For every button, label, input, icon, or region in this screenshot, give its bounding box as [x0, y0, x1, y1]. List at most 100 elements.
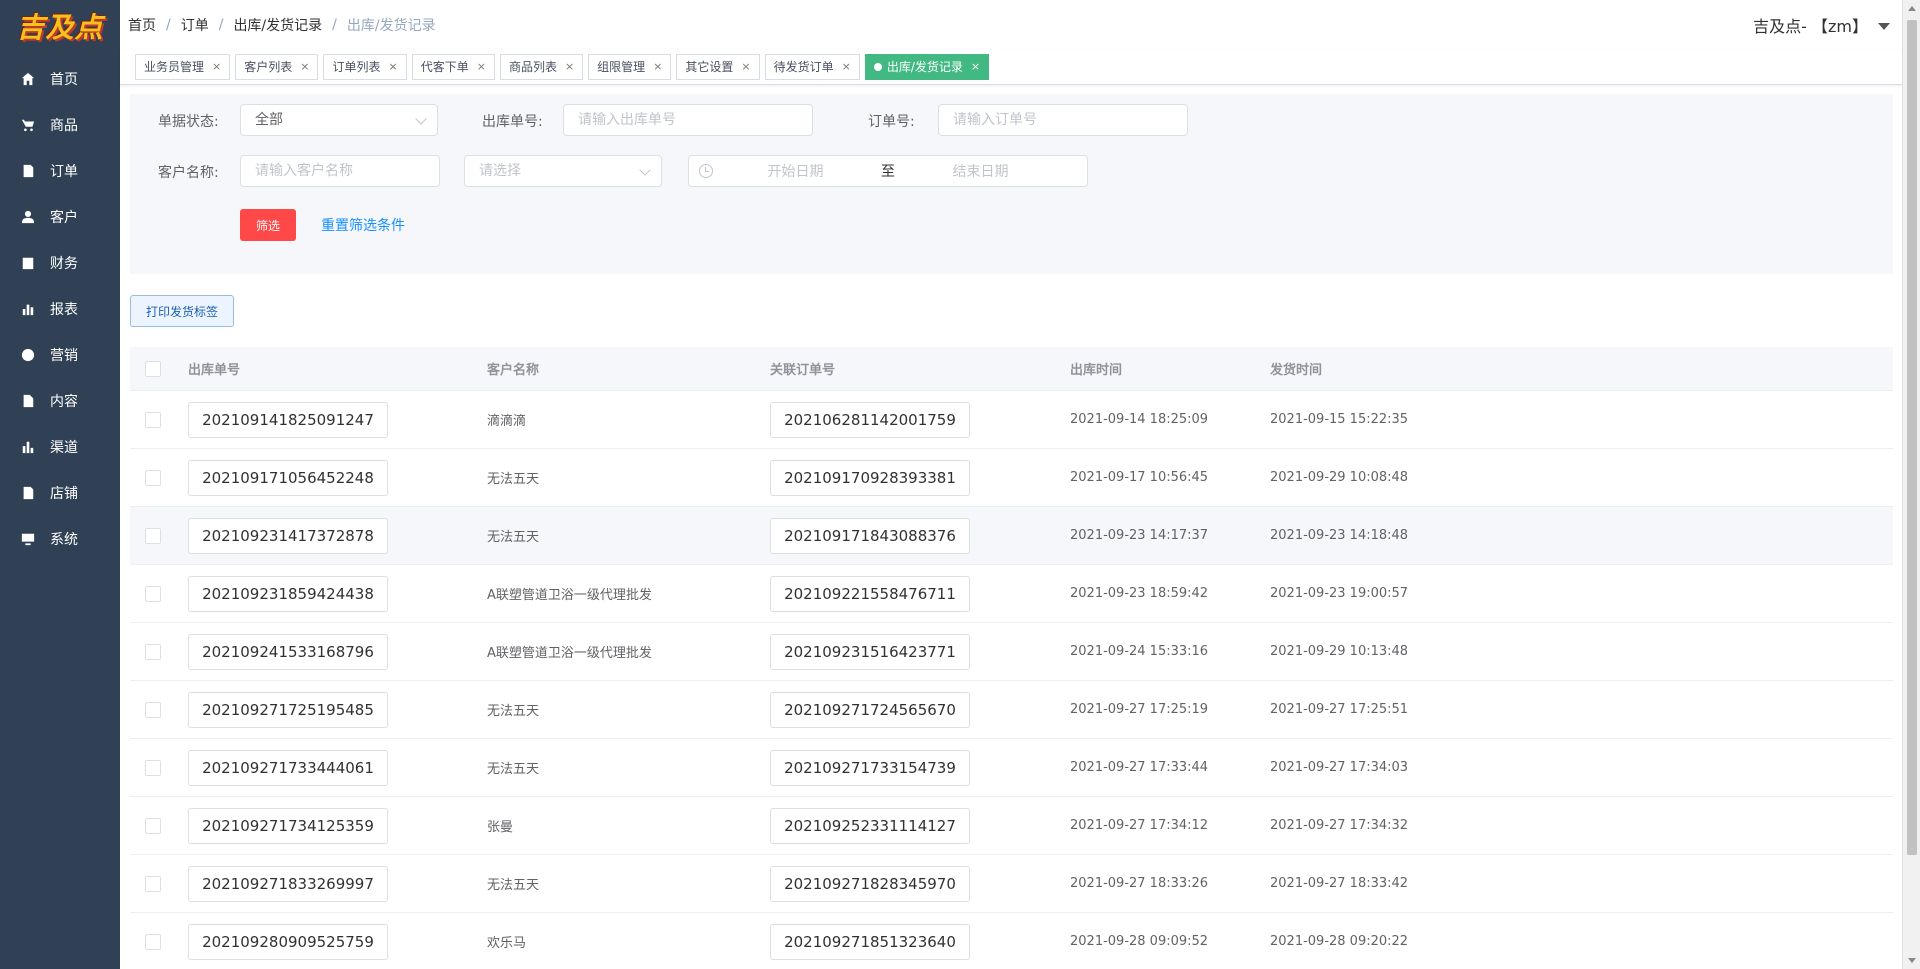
- row-checkbox[interactable]: [145, 875, 161, 892]
- breadcrumb-item[interactable]: 首页: [128, 15, 156, 35]
- table-row[interactable]: 202109280909525759 欢乐马 202109271851323640 2…: [130, 913, 1893, 969]
- date-range-picker[interactable]: 开始日期 至 结束日期: [688, 155, 1088, 187]
- breadcrumb-item[interactable]: 订单: [181, 15, 209, 35]
- table-row[interactable]: 202109271725195485 无法五天 202109271724565670…: [130, 681, 1893, 739]
- outbound-no-input[interactable]: 请输入出库单号: [563, 104, 813, 136]
- row-checkbox[interactable]: [145, 759, 161, 776]
- order-no-cell[interactable]: 202109221558476711: [770, 575, 970, 612]
- row-checkbox[interactable]: [145, 527, 161, 544]
- breadcrumb-item[interactable]: 出库/发货记录: [233, 15, 322, 35]
- tag-item[interactable]: 客户列表 ×: [235, 54, 319, 80]
- tag-item[interactable]: 业务员管理 ×: [135, 54, 231, 80]
- row-checkbox[interactable]: [145, 469, 161, 486]
- row-checkbox[interactable]: [145, 933, 161, 950]
- sidebar-item[interactable]: 首页: [0, 56, 120, 102]
- ship-time-cell: 2021-09-29 10:13:48: [1270, 644, 1409, 659]
- reset-filter-link[interactable]: 重置筛选条件: [321, 215, 405, 235]
- scrollbar-thumb[interactable]: [1907, 20, 1917, 855]
- sidebar-item[interactable]: 订单: [0, 148, 120, 194]
- close-icon[interactable]: ×: [300, 55, 309, 79]
- scroll-up-arrow-icon[interactable]: [1908, 6, 1916, 11]
- sidebar-item[interactable]: 营销: [0, 332, 120, 378]
- order-no-cell[interactable]: 202109271851323640: [770, 923, 970, 960]
- select-all-checkbox[interactable]: [145, 360, 161, 377]
- out-time-cell: 2021-09-27 17:34:12: [1070, 818, 1209, 833]
- order-no-cell[interactable]: 202106281142001759: [770, 401, 970, 438]
- vertical-scrollbar[interactable]: [1902, 0, 1920, 969]
- scroll-down-arrow-icon[interactable]: [1908, 958, 1916, 963]
- order-no-cell[interactable]: 202109252331114127: [770, 807, 970, 844]
- tag-item[interactable]: 其它设置 ×: [676, 54, 760, 80]
- tag-item[interactable]: 商品列表 ×: [499, 54, 584, 80]
- order-no-cell[interactable]: 202109271724565670: [770, 691, 970, 728]
- order-no-cell[interactable]: 202109271733154739: [770, 749, 970, 786]
- outbound-no-cell[interactable]: 202109271734125359: [188, 807, 388, 844]
- breadcrumb-separator: /: [218, 17, 224, 33]
- print-label-button[interactable]: 打印发货标签: [130, 295, 234, 327]
- close-icon[interactable]: ×: [653, 55, 662, 79]
- close-icon[interactable]: ×: [565, 55, 574, 79]
- end-date-input[interactable]: 结束日期: [898, 161, 1063, 181]
- top-header: 首页 / 订单 / 出库/发货记录 / 出库/发货记录 吉及点- 【zm】: [120, 0, 1902, 50]
- ship-time-cell: 2021-09-29 10:08:48: [1270, 470, 1409, 485]
- close-icon[interactable]: ×: [971, 55, 980, 79]
- sidebar-item[interactable]: 店铺: [0, 470, 120, 516]
- table-row[interactable]: 202109141825091247 滴滴滴 202106281142001759 2…: [130, 391, 1893, 449]
- outbound-no-cell[interactable]: 202109271725195485: [188, 691, 388, 728]
- table-row[interactable]: 202109241533168796 A联塑管道卫浴一级代理批发 202109231…: [130, 623, 1893, 681]
- outbound-no-cell[interactable]: 202109231417372878: [188, 517, 388, 554]
- row-checkbox[interactable]: [145, 585, 161, 602]
- outbound-no-cell[interactable]: 202109141825091247: [188, 401, 388, 438]
- row-checkbox[interactable]: [145, 701, 161, 718]
- row-checkbox[interactable]: [145, 411, 161, 428]
- tag-item[interactable]: 订单列表 ×: [323, 54, 407, 80]
- outbound-no-cell[interactable]: 202109171056452248: [188, 459, 388, 496]
- user-name: 吉及点- 【zm】: [1753, 17, 1868, 36]
- table-row[interactable]: 202109171056452248 无法五天 202109170928393381…: [130, 449, 1893, 507]
- order-no-cell[interactable]: 202109271828345970: [770, 865, 970, 902]
- outbound-no-cell[interactable]: 202109231859424438: [188, 575, 388, 612]
- sidebar-item[interactable]: 内容: [0, 378, 120, 424]
- order-no-cell[interactable]: 202109171843088376: [770, 517, 970, 554]
- out-time-cell: 2021-09-27 17:33:44: [1070, 760, 1209, 775]
- close-icon[interactable]: ×: [477, 55, 486, 79]
- logo[interactable]: 吉及点: [0, 0, 120, 52]
- order-no-cell[interactable]: 202109231516423771: [770, 633, 970, 670]
- close-icon[interactable]: ×: [388, 55, 397, 79]
- caret-down-icon[interactable]: [1878, 23, 1890, 30]
- outbound-no-cell[interactable]: 202109271733444061: [188, 749, 388, 786]
- sidebar-item[interactable]: 报表: [0, 286, 120, 332]
- start-date-input[interactable]: 开始日期: [713, 161, 878, 181]
- table-row[interactable]: 202109271833269997 无法五天 202109271828345970…: [130, 855, 1893, 913]
- table-row[interactable]: 202109231417372878 无法五天 202109171843088376…: [130, 507, 1893, 565]
- sidebar-item[interactable]: 客户: [0, 194, 120, 240]
- table-row[interactable]: 202109231859424438 A联塑管道卫浴一级代理批发 202109221…: [130, 565, 1893, 623]
- table-row[interactable]: 202109271734125359 张曼 202109252331114127 20…: [130, 797, 1893, 855]
- status-select[interactable]: 全部: [240, 104, 438, 136]
- sidebar-item[interactable]: 商品: [0, 102, 120, 148]
- sidebar-item[interactable]: 财务: [0, 240, 120, 286]
- tag-label: 业务员管理: [144, 60, 205, 74]
- sidebar-item[interactable]: 系统: [0, 516, 120, 562]
- customer-name-input[interactable]: 请输入客户名称: [240, 155, 440, 187]
- close-icon[interactable]: ×: [212, 55, 221, 79]
- tag-item[interactable]: 出库/发货记录 ×: [864, 54, 990, 80]
- tag-item[interactable]: 代客下单 ×: [411, 54, 495, 80]
- row-checkbox[interactable]: [145, 643, 161, 660]
- user-menu[interactable]: 吉及点- 【zm】: [1753, 13, 1902, 37]
- filter-button[interactable]: 筛选: [240, 209, 296, 241]
- outbound-no-cell[interactable]: 202109241533168796: [188, 633, 388, 670]
- tag-item[interactable]: 组限管理 ×: [588, 54, 672, 80]
- col-header-outbound-no: 出库单号: [188, 363, 241, 378]
- close-icon[interactable]: ×: [741, 55, 750, 79]
- sidebar-item[interactable]: 渠道: [0, 424, 120, 470]
- table-row[interactable]: 202109271733444061 无法五天 202109271733154739…: [130, 739, 1893, 797]
- outbound-no-cell[interactable]: 202109280909525759: [188, 923, 388, 960]
- order-no-cell[interactable]: 202109170928393381: [770, 459, 970, 496]
- outbound-no-cell[interactable]: 202109271833269997: [188, 865, 388, 902]
- order-no-input[interactable]: 请输入订单号: [938, 104, 1188, 136]
- tag-item[interactable]: 待发货订单 ×: [764, 54, 860, 80]
- customer-select[interactable]: 请选择: [464, 155, 662, 187]
- row-checkbox[interactable]: [145, 817, 161, 834]
- close-icon[interactable]: ×: [842, 55, 851, 79]
